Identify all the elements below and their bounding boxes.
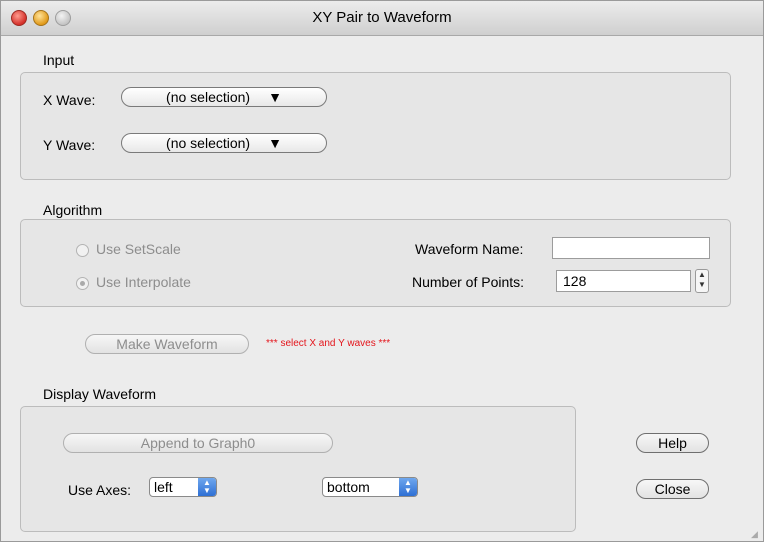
display-waveform-group-box	[20, 406, 576, 532]
close-button[interactable]: Close	[636, 479, 709, 499]
window-title: XY Pair to Waveform	[312, 9, 452, 26]
use-interpolate-radio[interactable]	[76, 277, 89, 290]
up-down-arrows-icon: ▲ ▼	[198, 478, 216, 496]
y-wave-popup[interactable]: (no selection) ▼	[121, 133, 327, 153]
number-of-points-stepper[interactable]: ▲ ▼	[695, 269, 709, 293]
x-wave-value: (no selection)	[166, 89, 251, 105]
y-wave-label: Y Wave:	[43, 137, 96, 153]
x-wave-popup[interactable]: (no selection) ▼	[121, 87, 327, 107]
horizontal-axis-value: bottom	[327, 479, 370, 495]
title-bar[interactable]: XY Pair to Waveform	[1, 1, 763, 36]
make-waveform-button[interactable]: Make Waveform	[85, 334, 249, 354]
resize-grip-icon[interactable]: ◢	[751, 529, 761, 539]
chevron-down-icon: ▼	[268, 135, 282, 151]
horizontal-axis-select[interactable]: bottom ▲ ▼	[322, 477, 418, 497]
input-section-label: Input	[43, 52, 75, 68]
use-setscale-label: Use SetScale	[96, 241, 181, 257]
vertical-axis-value: left	[154, 479, 173, 495]
use-interpolate-label: Use Interpolate	[96, 274, 191, 290]
vertical-axis-select[interactable]: left ▲ ▼	[149, 477, 217, 497]
y-wave-value: (no selection)	[166, 135, 251, 151]
use-setscale-radio[interactable]	[76, 244, 89, 257]
use-axes-label: Use Axes:	[68, 482, 132, 498]
display-waveform-section-label: Display Waveform	[43, 386, 157, 402]
waveform-name-label: Waveform Name:	[415, 241, 524, 257]
x-wave-label: X Wave:	[43, 92, 96, 108]
algorithm-section-label: Algorithm	[43, 202, 103, 218]
up-down-arrows-icon: ▲ ▼	[399, 478, 417, 496]
chevron-down-icon: ▼	[268, 89, 282, 105]
dialog-window: XY Pair to Waveform Input X Wave: (no se…	[0, 0, 764, 542]
waveform-name-input[interactable]	[552, 237, 710, 259]
help-button[interactable]: Help	[636, 433, 709, 453]
number-of-points-input[interactable]	[556, 270, 691, 292]
append-to-graph-button[interactable]: Append to Graph0	[63, 433, 333, 453]
selection-warning: *** select X and Y waves ***	[266, 338, 391, 349]
number-of-points-label: Number of Points:	[412, 274, 525, 290]
algorithm-group-box	[20, 219, 731, 307]
